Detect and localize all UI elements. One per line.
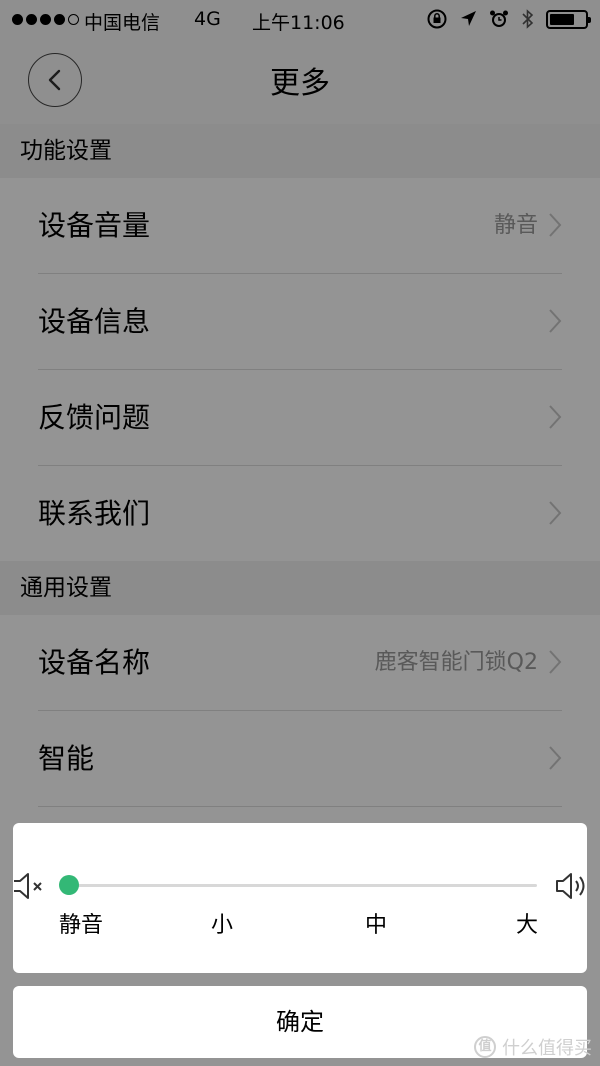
speaker-mute-icon (14, 873, 42, 899)
volume-level-high[interactable]: 大 (516, 907, 538, 939)
volume-level-medium[interactable]: 中 (365, 907, 387, 939)
speaker-loud-icon (556, 873, 585, 899)
watermark-badge: 值 (474, 1036, 496, 1058)
volume-level-low[interactable]: 小 (211, 907, 233, 939)
volume-panel: 静音 小 中 大 (13, 823, 587, 973)
volume-slider-track[interactable] (69, 884, 537, 887)
watermark-text: 什么值得买 (502, 1038, 592, 1059)
volume-level-mute[interactable]: 静音 (59, 907, 103, 939)
watermark: 值 什么值得买 (474, 1034, 592, 1060)
volume-slider-thumb[interactable] (59, 875, 79, 895)
